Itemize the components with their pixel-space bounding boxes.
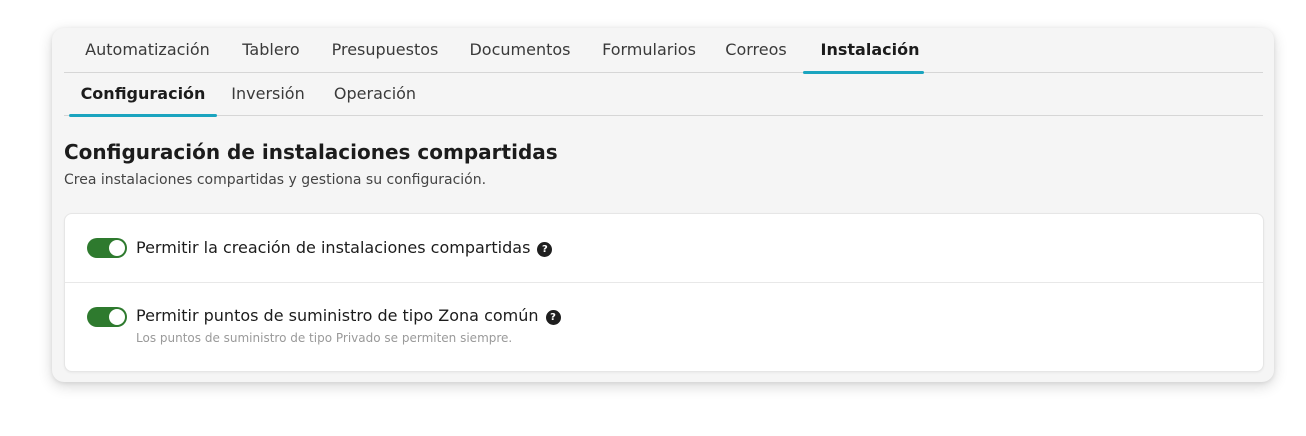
sub-tabs: Configuración Inversión Operación <box>64 72 1263 117</box>
help-icon[interactable]: ? <box>537 242 553 257</box>
tab-instalacion[interactable]: Instalación <box>815 28 925 72</box>
shared-installations-label: Permitir la creación de instalaciones co… <box>136 238 531 257</box>
section-description: Crea instalaciones compartidas y gestion… <box>64 172 487 188</box>
tab-automatizacion[interactable]: Automatización <box>78 28 217 72</box>
subtab-operacion[interactable]: Operación <box>328 72 422 115</box>
common-zone-label: Permitir puntos de suministro de tipo Zo… <box>136 306 539 325</box>
active-subtab-indicator <box>69 114 217 117</box>
tab-correos[interactable]: Correos <box>720 28 792 72</box>
setting-row-shared-installations: Permitir la creación de instalaciones co… <box>65 214 1263 283</box>
common-zone-toggle[interactable] <box>87 307 127 327</box>
tab-tablero[interactable]: Tablero <box>236 28 306 72</box>
setting-row-common-zone: Permitir puntos de suministro de tipo Zo… <box>65 283 1263 371</box>
setting-label-wrapper: Permitir puntos de suministro de tipo Zo… <box>136 306 561 325</box>
tab-formularios[interactable]: Formularios <box>597 28 701 72</box>
shared-installations-toggle[interactable] <box>87 238 127 258</box>
section-title: Configuración de instalaciones compartid… <box>64 140 558 164</box>
tab-presupuestos[interactable]: Presupuestos <box>326 28 444 72</box>
main-tabs: Automatización Tablero Presupuestos Docu… <box>64 28 1263 74</box>
subtab-configuracion[interactable]: Configuración <box>78 72 208 115</box>
settings-card: Permitir la creación de instalaciones co… <box>64 213 1264 372</box>
toggle-knob <box>109 309 125 325</box>
common-zone-note: Los puntos de suministro de tipo Privado… <box>136 331 513 345</box>
help-icon[interactable]: ? <box>545 310 561 325</box>
setting-label-wrapper: Permitir la creación de instalaciones co… <box>136 238 553 257</box>
settings-window: Automatización Tablero Presupuestos Docu… <box>52 28 1274 382</box>
tab-documentos[interactable]: Documentos <box>464 28 576 72</box>
subtab-inversion[interactable]: Inversión <box>228 72 308 115</box>
toggle-knob <box>109 240 125 256</box>
